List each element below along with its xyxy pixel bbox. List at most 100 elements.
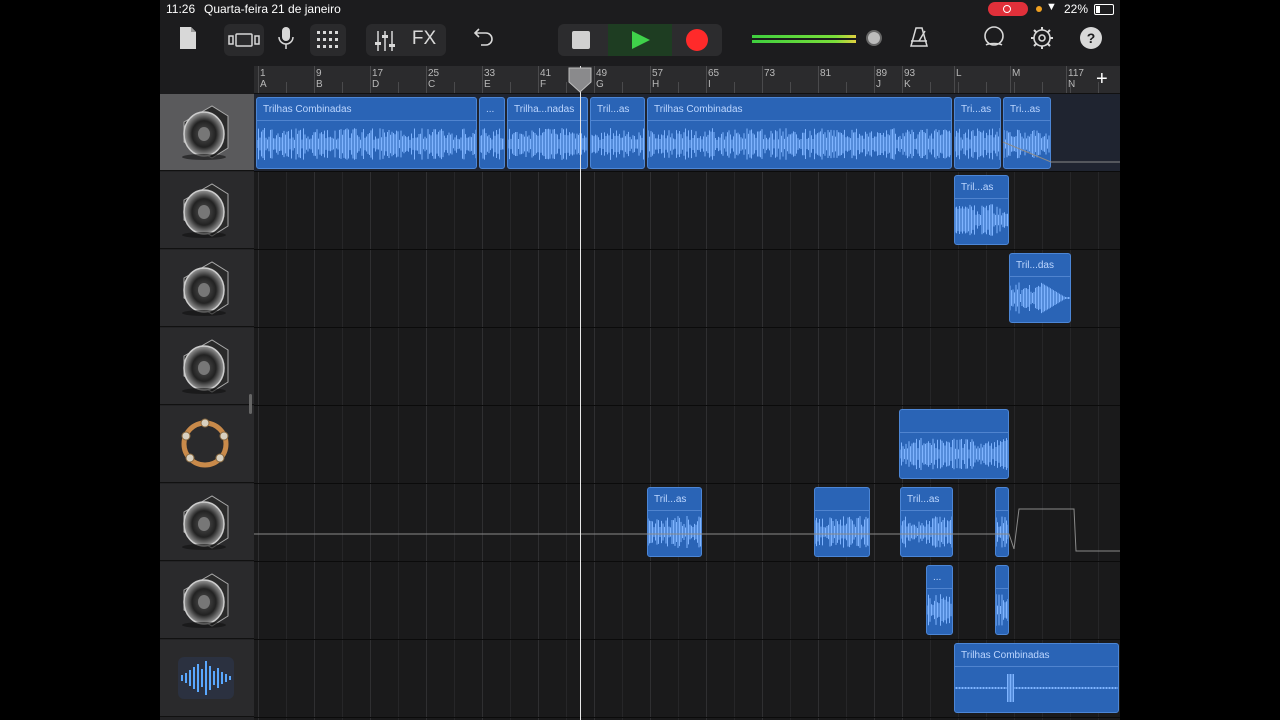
waveform xyxy=(815,516,869,548)
audio-region[interactable] xyxy=(814,487,870,557)
waveform xyxy=(1004,129,1050,159)
audio-region[interactable]: Trilhas Combinadas xyxy=(954,643,1119,713)
view-toggle-icon xyxy=(228,33,260,47)
track-header[interactable] xyxy=(160,172,254,249)
audio-region[interactable]: Tril...das xyxy=(1009,253,1071,323)
view-toggle-button[interactable] xyxy=(224,24,264,56)
fx-button[interactable]: FX xyxy=(410,25,438,53)
ruler-minor-tick xyxy=(930,82,931,93)
ruler-tick xyxy=(482,66,483,93)
audio-region[interactable]: Tri...as xyxy=(954,97,1001,169)
add-section-button[interactable]: + xyxy=(1096,68,1108,90)
playhead-handle[interactable] xyxy=(568,67,592,93)
settings-icon[interactable] xyxy=(1030,26,1054,58)
ruler-tick xyxy=(650,66,651,93)
control-bar: FX ? xyxy=(160,18,1120,66)
audio-region[interactable]: Tril...as xyxy=(954,175,1009,245)
waveform xyxy=(257,128,476,160)
waveform xyxy=(591,128,644,160)
audio-region[interactable]: Trilha...nadas xyxy=(507,97,588,169)
battery-icon xyxy=(1094,4,1114,15)
waveform xyxy=(955,128,1000,160)
audio-region[interactable] xyxy=(995,565,1009,635)
tracks-area[interactable]: Trilhas Combinadas... Trilha...nadas Tril.… xyxy=(254,94,1120,720)
ruler-bar-label: 41 F xyxy=(540,68,552,90)
audio-region[interactable]: ... xyxy=(479,97,505,169)
region-label: Tril...das xyxy=(1016,260,1054,271)
audio-region[interactable]: Trilhas Combinadas xyxy=(647,97,952,169)
ruler-tick xyxy=(818,66,819,93)
screen-recording-icon xyxy=(988,2,1028,16)
output-level-meter xyxy=(752,33,858,45)
waveform xyxy=(900,438,1008,470)
ruler-bar-label: 73 xyxy=(764,68,776,79)
region-label: Trilhas Combinadas xyxy=(263,104,352,115)
track-header[interactable] xyxy=(160,484,254,561)
track-header[interactable] xyxy=(160,640,254,717)
ruler-tick xyxy=(902,66,903,93)
ruler-tick xyxy=(314,66,315,93)
playhead-line xyxy=(580,66,581,720)
track-lane[interactable] xyxy=(254,250,1120,328)
track-header[interactable] xyxy=(160,94,254,171)
audio-region[interactable] xyxy=(899,409,1009,479)
play-button[interactable] xyxy=(608,24,672,56)
metronome-icon[interactable] xyxy=(908,26,930,53)
track-header[interactable] xyxy=(160,250,254,327)
region-label: Tril...as xyxy=(907,494,940,505)
wifi-icon: ▼ xyxy=(1046,1,1057,13)
track-headers xyxy=(160,94,254,720)
speaker-icon xyxy=(178,336,232,401)
region-label: Tri...as xyxy=(961,104,992,115)
ruler-bar-label: 25 C xyxy=(428,68,440,90)
ruler-tick xyxy=(1010,66,1011,93)
mixer-icon[interactable] xyxy=(374,30,396,52)
audio-region[interactable] xyxy=(995,487,1009,557)
undo-icon[interactable] xyxy=(472,26,496,54)
master-volume-knob[interactable] xyxy=(866,30,882,46)
track-lane[interactable] xyxy=(254,328,1120,406)
loop-icon[interactable] xyxy=(982,26,1006,56)
ruler-tick xyxy=(874,66,875,93)
track-lane[interactable] xyxy=(254,562,1120,640)
ruler-minor-tick xyxy=(1042,82,1043,93)
audio-region[interactable]: Tril...as xyxy=(590,97,645,169)
help-icon[interactable]: ? xyxy=(1080,27,1102,49)
audio-region[interactable]: Tri...as xyxy=(1003,97,1051,169)
ruler-bar-label: 33 E xyxy=(484,68,496,90)
audio-region[interactable]: Tril...as xyxy=(647,487,702,557)
timeline-ruler[interactable]: 1 A 9 B 17 D 25 C 33 E 41 F 49 G 57 H 65 I 73 81 89 J 93 K L M 117… xyxy=(254,66,1120,94)
speaker-icon xyxy=(178,258,232,323)
ruler-tick xyxy=(706,66,707,93)
ruler-bar-label: 49 G xyxy=(596,68,608,90)
region-label: ... xyxy=(486,104,495,115)
ruler-minor-tick xyxy=(958,82,959,93)
header-resize-handle[interactable] xyxy=(249,394,252,414)
region-label: Trilha...nadas xyxy=(514,104,575,115)
record-button[interactable] xyxy=(686,29,708,51)
region-label: Trilhas Combinadas xyxy=(961,650,1050,661)
microphone-icon[interactable] xyxy=(274,26,298,58)
ruler-minor-tick xyxy=(342,82,343,93)
ruler-bar-label: 57 H xyxy=(652,68,664,90)
browser-grid-button[interactable] xyxy=(310,24,346,56)
ruler-tick xyxy=(762,66,763,93)
status-bar: 11:26 Quarta-feira 21 de janeiro ▼ 22% xyxy=(160,0,1120,18)
audio-region[interactable]: Tril...as xyxy=(900,487,953,557)
track-header[interactable] xyxy=(160,562,254,639)
audio-region[interactable]: ... xyxy=(926,565,953,635)
ruler-bar-label: M xyxy=(1012,68,1021,79)
ruler-minor-tick xyxy=(566,82,567,93)
audio-region[interactable]: Trilhas Combinadas xyxy=(256,97,477,169)
waveform xyxy=(996,516,1008,548)
waveform xyxy=(508,128,587,160)
track-header[interactable] xyxy=(160,328,254,405)
document-icon[interactable] xyxy=(176,26,200,58)
waveform xyxy=(1010,282,1070,314)
ruler-tick xyxy=(594,66,595,93)
track-header[interactable] xyxy=(160,406,254,483)
speaker-icon xyxy=(178,570,232,635)
stop-button[interactable] xyxy=(572,31,590,49)
region-label: Tril...as xyxy=(597,104,630,115)
status-time: 11:26 xyxy=(166,2,196,16)
